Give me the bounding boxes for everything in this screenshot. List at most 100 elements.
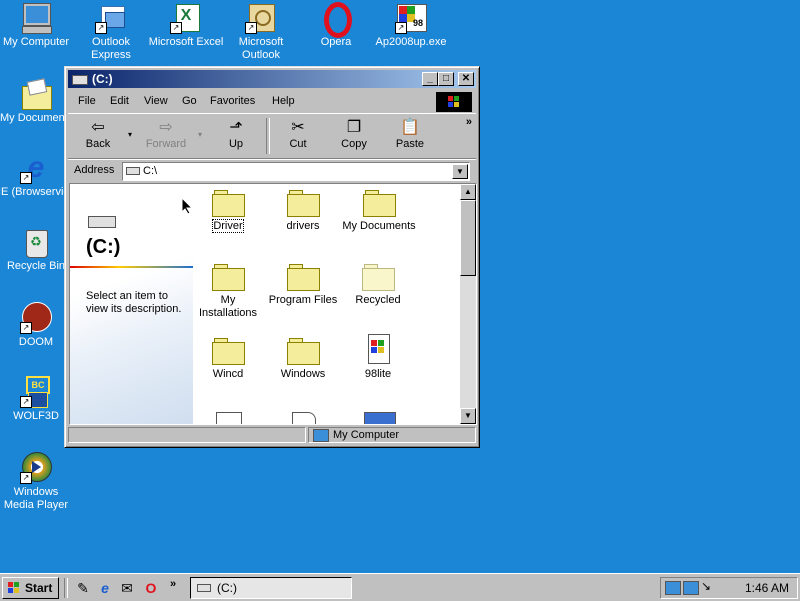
close-icon: ✕ [461,73,471,84]
paste-button[interactable]: 📋 Paste [386,118,434,150]
desktop-icon-excel[interactable]: X ↗ Microsoft Excel [148,2,224,49]
folder-icon [287,190,320,217]
up-button[interactable]: ⬏ Up [212,118,260,150]
quicklaunch-ie-icon[interactable]: e [96,579,114,597]
minimize-button[interactable]: _ [422,72,438,86]
list-item[interactable]: Driver [192,190,264,233]
list-item[interactable]: 98lite [342,334,414,380]
back-arrow-icon: ⇦ [91,119,105,136]
scroll-down-button[interactable]: ▼ [460,408,476,424]
back-dropdown-icon[interactable]: ▾ [128,130,132,139]
folder-heading: (C:) [86,236,121,258]
doom-icon: ↗ [20,302,52,334]
scroll-thumb[interactable] [460,200,476,276]
desktop-icon-doom[interactable]: ↗ DOOM [0,302,74,349]
folder-icon [363,190,396,217]
quicklaunch-desktop-icon[interactable]: ✎ [74,579,92,597]
excel-icon: X ↗ [170,2,202,34]
tray-network-icon[interactable] [683,581,699,595]
scissors-icon: ✂ [291,119,305,136]
desktop-icon-recycle-bin[interactable]: ♻ Recycle Bin [0,226,74,273]
clock: 1:46 AM [744,581,789,595]
desktop-icon-opera[interactable]: Opera [298,2,374,49]
cut-button[interactable]: ✂ Cut [274,118,322,150]
scroll-up-button[interactable]: ▲ [460,184,476,200]
address-input[interactable]: C:\ ▼ [122,162,470,181]
folder-icon [287,264,320,291]
maximize-button[interactable]: □ [438,72,454,86]
file-icon [362,334,394,364]
outlook-express-icon: ↗ [95,2,127,34]
toolbar: ⇦ Back ▾ ⇨ Forward ▾ ⬏ Up ✂ Cut ❐ Copy 📋… [68,113,476,159]
folder-view[interactable]: (C:) Select an item to view its descript… [69,183,477,425]
opera-icon [320,2,352,38]
desktop-icon-ap2008up[interactable]: 98 ↗ Ap2008up.exe [373,2,449,49]
window-file-icon [364,412,396,424]
status-panel-main [68,427,306,443]
back-button[interactable]: ⇦ Back [74,118,122,150]
forward-dropdown-icon[interactable]: ▾ [198,130,202,139]
list-item[interactable]: Windows [267,338,339,380]
desktop-icon-outlook-express[interactable]: ↗ Outlook Express [73,2,149,62]
quicklaunch-more-chevron-icon[interactable]: » [170,578,176,590]
item-description: Select an item to view its description. [86,290,182,315]
drive-icon [126,167,140,175]
chevron-down-icon: ▼ [456,167,464,176]
window-title: (C:) [92,72,113,86]
folder-icon [212,190,245,217]
paste-icon: 📋 [400,119,420,136]
copy-button[interactable]: ❐ Copy [330,118,378,150]
chevron-up-icon: ▲ [464,187,472,196]
list-item[interactable]: My Documents [342,190,416,232]
up-folder-icon: ⬏ [229,119,243,136]
file-icon [292,412,316,424]
quicklaunch-opera-icon[interactable]: O [142,579,160,597]
list-item[interactable]: My Installations [192,264,264,320]
maximize-icon: □ [442,73,450,84]
menu-help[interactable]: Help [272,95,295,107]
desktop-icon-my-documents[interactable]: My Documents [0,78,74,125]
menu-view[interactable]: View [144,95,168,107]
taskbar: Start ✎ e ✉ O » (C:) ↘ 1:46 AM [0,573,800,601]
list-item[interactable]: Recycled [342,264,414,306]
minimize-icon: _ [427,73,433,84]
list-item[interactable]: Wincd [192,338,264,380]
menu-bar: File Edit View Go Favorites Help [68,91,476,112]
window-titlebar[interactable]: (C:) _ □ ✕ [68,70,476,88]
folder-icon [287,338,320,365]
windows-flag-icon [8,582,20,594]
heading-rule [70,266,193,268]
toolbar-more-chevron-icon[interactable]: » [466,116,472,128]
address-bar: Address C:\ ▼ [68,159,476,182]
forward-button[interactable]: ⇨ Forward [142,118,190,150]
menu-file[interactable]: File [78,95,96,107]
desktop-icon-outlook[interactable]: ↗ Microsoft Outlook [223,2,299,62]
desktop-icon-my-computer[interactable]: My Computer [0,2,74,49]
quicklaunch-outlook-express-icon[interactable]: ✉ [118,579,136,597]
close-button[interactable]: ✕ [458,72,474,86]
installer-icon: 98 ↗ [395,2,427,34]
menu-go[interactable]: Go [182,95,197,107]
menu-favorites[interactable]: Favorites [210,95,255,107]
list-item[interactable]: Program Files [267,264,339,306]
desktop-icon-media-player[interactable]: ↗ Windows Media Player [0,452,74,512]
status-bar: My Computer [68,426,476,443]
address-dropdown-button[interactable]: ▼ [452,164,468,179]
file-icon [216,412,242,424]
status-panel-location: My Computer [308,427,476,443]
taskbar-window-button[interactable]: (C:) [190,577,352,599]
menu-edit[interactable]: Edit [110,95,129,107]
vertical-scrollbar[interactable]: ▲ ▼ [460,184,476,424]
desktop-icon-ie[interactable]: e ↗ IE (Browservice [0,152,75,199]
desktop-icon-wolf3d[interactable]: BC ↗ WOLF3D [0,376,74,423]
media-player-icon: ↗ [20,452,52,484]
address-value: C:\ [143,165,158,177]
drive-icon [88,216,116,228]
list-item[interactable]: drivers [267,190,339,232]
start-button[interactable]: Start [2,577,59,599]
toolbar-separator [266,118,270,154]
explorer-window[interactable]: (C:) _ □ ✕ File Edit View Go Favorites H… [64,66,480,448]
tray-display-icon[interactable] [665,581,681,595]
hidden-folder-icon [362,264,395,291]
tray-connection-icon[interactable]: ↘ [701,579,711,593]
